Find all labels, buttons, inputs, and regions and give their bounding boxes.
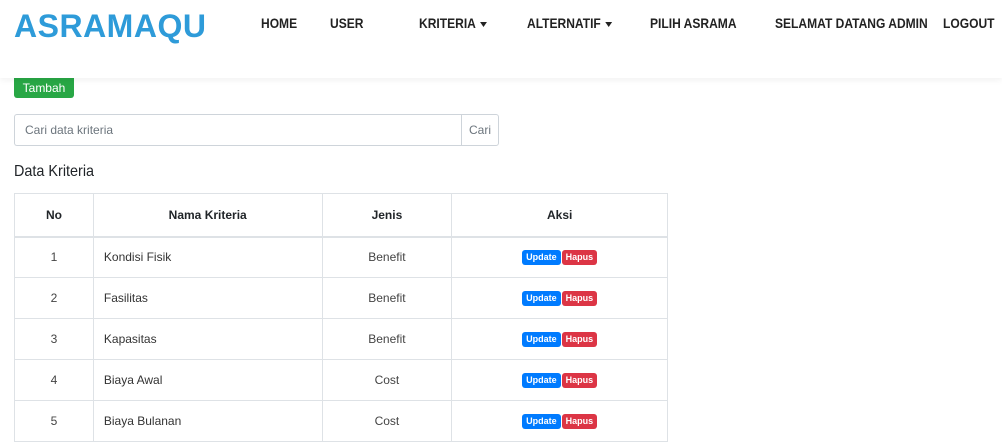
column-header-no: No <box>14 193 94 238</box>
update-button[interactable]: Update <box>522 332 561 347</box>
cell-no: 1 <box>14 236 94 278</box>
column-header-nama: Nama Kriteria <box>92 193 323 238</box>
kriteria-table: No Nama Kriteria Jenis Aksi 1 Kondisi Fi… <box>14 193 668 442</box>
update-button[interactable]: Update <box>522 250 561 266</box>
hapus-button[interactable]: Hapus <box>561 291 598 306</box>
cell-jenis: Cost <box>321 359 453 401</box>
nav-user-label: USER <box>330 15 364 31</box>
hapus-button[interactable]: Hapus <box>561 250 598 266</box>
cell-aksi: Update Hapus <box>451 400 668 442</box>
hapus-button[interactable]: Hapus <box>561 373 598 388</box>
cell-jenis: Benefit <box>321 277 453 319</box>
nav-logout[interactable]: LOGOUT <box>943 15 995 31</box>
update-button[interactable]: Update <box>522 414 561 429</box>
table-row: 4 Biaya Awal Cost Update Hapus <box>14 359 668 401</box>
cell-no: 3 <box>14 318 94 360</box>
nav-kriteria-dropdown[interactable]: KRITERIA <box>419 15 488 31</box>
table-header-row: No Nama Kriteria Jenis Aksi <box>14 193 668 238</box>
nav-kriteria-label: KRITERIA <box>419 15 476 31</box>
cell-aksi: Update Hapus <box>451 318 668 360</box>
cell-jenis: Cost <box>321 400 453 442</box>
update-button[interactable]: Update <box>522 291 561 306</box>
search-bar: Cari <box>14 114 499 146</box>
nav-logout-label: LOGOUT <box>943 15 995 31</box>
cell-no: 4 <box>14 359 94 401</box>
nav-pilih-asrama[interactable]: PILIH ASRAMA <box>650 15 737 31</box>
cell-jenis: Benefit <box>321 318 453 360</box>
column-header-jenis: Jenis <box>321 193 453 238</box>
caret-down-icon <box>480 21 488 27</box>
cell-jenis: Benefit <box>321 236 453 278</box>
cell-aksi: Update Hapus <box>451 277 668 319</box>
hapus-button[interactable]: Hapus <box>561 414 598 429</box>
brand-logo[interactable]: ASRAMAQU <box>14 8 206 45</box>
nav-alternatif-label: ALTERNATIF <box>527 15 601 31</box>
cell-nama: Kapasitas <box>92 318 323 360</box>
nav-home-label: HOME <box>261 15 298 31</box>
section-title: Data Kriteria <box>14 163 95 180</box>
table-row: 3 Kapasitas Benefit Update Hapus <box>14 318 668 360</box>
table-row: 2 Fasilitas Benefit Update Hapus <box>14 277 668 319</box>
nav-home[interactable]: HOME <box>261 15 297 31</box>
cell-aksi: Update Hapus <box>451 236 668 278</box>
hapus-button[interactable]: Hapus <box>561 332 598 347</box>
caret-down-icon <box>605 21 612 27</box>
update-button[interactable]: Update <box>522 373 561 388</box>
top-navbar: ASRAMAQU HOME USER KRITERIA ALTERNATIF P… <box>0 0 1002 78</box>
search-input[interactable] <box>14 114 461 146</box>
cell-nama: Fasilitas <box>92 277 323 319</box>
cell-no: 2 <box>14 277 94 319</box>
search-button[interactable]: Cari <box>461 114 499 146</box>
nav-welcome-admin-label: SELAMAT DATANG ADMIN <box>775 15 928 31</box>
nav-user[interactable]: USER <box>330 15 363 31</box>
nav-welcome-admin[interactable]: SELAMAT DATANG ADMIN <box>775 15 928 31</box>
table-row: 5 Biaya Bulanan Cost Update Hapus <box>14 400 668 442</box>
cell-aksi: Update Hapus <box>451 359 668 401</box>
table-row: 1 Kondisi Fisik Benefit Update Hapus <box>14 236 668 278</box>
cell-nama: Biaya Bulanan <box>92 400 323 442</box>
cell-nama: Biaya Awal <box>92 359 323 401</box>
cell-nama: Kondisi Fisik <box>92 236 323 278</box>
cell-no: 5 <box>14 400 94 442</box>
nav-pilih-asrama-label: PILIH ASRAMA <box>650 15 737 31</box>
nav-alternatif-dropdown[interactable]: ALTERNATIF <box>527 15 612 31</box>
column-header-aksi: Aksi <box>451 193 668 238</box>
